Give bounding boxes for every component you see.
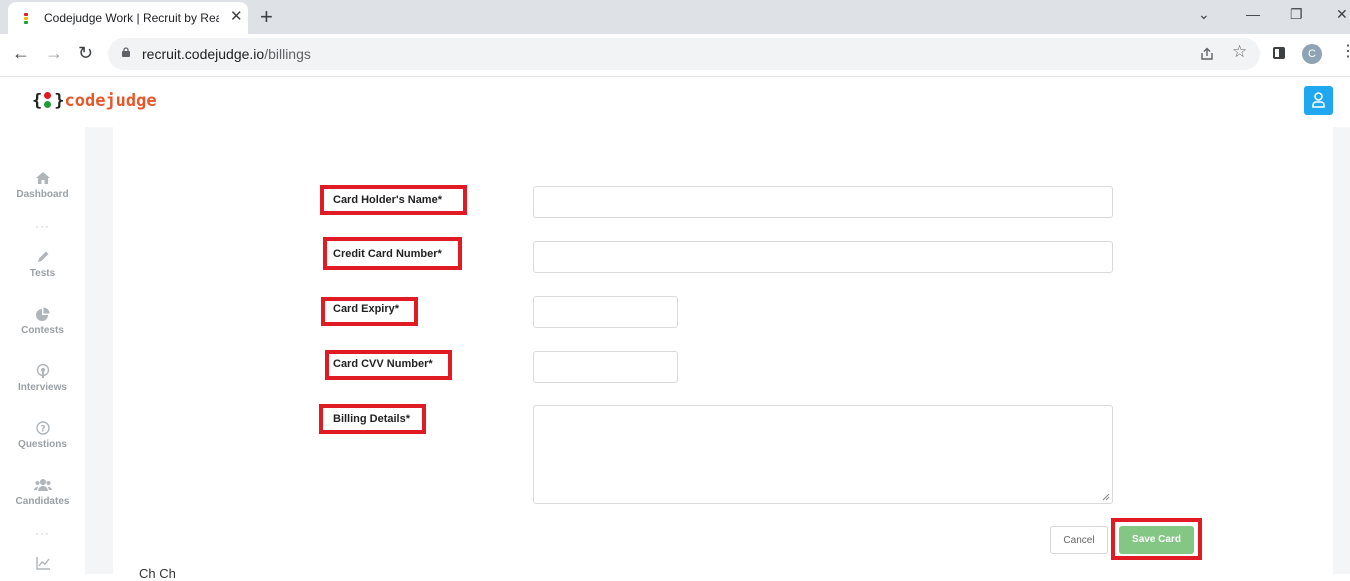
sidebar-item-candidates[interactable]: Candidates <box>0 478 85 507</box>
users-icon <box>33 479 52 491</box>
sidebar-item-interviews[interactable]: Interviews <box>0 364 85 393</box>
sidebar-item-contests[interactable]: Contests <box>0 307 85 336</box>
sidebar-separator: ··· <box>35 526 50 540</box>
close-window-button[interactable]: ✕ <box>1336 6 1348 23</box>
resize-handle-icon[interactable] <box>1102 493 1110 501</box>
sidebar-item-analytics[interactable] <box>0 557 85 574</box>
pencil-icon <box>37 251 48 262</box>
card-number-label: Credit Card Number* <box>333 248 442 260</box>
sidebar: Dashboard ··· Tests Contests Interviews … <box>0 127 85 574</box>
profile-avatar[interactable]: C <box>1302 44 1322 64</box>
podcast-icon <box>36 364 49 378</box>
codejudge-logo[interactable]: {}codejudge <box>32 91 157 111</box>
cancel-button[interactable]: Cancel <box>1050 526 1108 554</box>
card-expiry-label: Card Expiry* <box>333 303 400 315</box>
card-holder-input[interactable] <box>533 186 1113 218</box>
minimize-button[interactable]: — <box>1246 6 1260 22</box>
billing-details-textarea[interactable] <box>533 405 1113 504</box>
card-number-input[interactable] <box>533 241 1113 273</box>
logo-dots-icon <box>44 91 52 109</box>
tab-title: Codejudge Work | Recruit by Rea <box>44 11 219 25</box>
browser-toolbar: ← → ↻ recruit.codejudge.io/billings ☆ C … <box>0 34 1350 77</box>
card-holder-label: Card Holder's Name* <box>333 194 442 206</box>
browser-tab-strip: Codejudge Work | Recruit by Rea ✕ + ⌄ — … <box>0 0 1350 34</box>
bookmark-star-icon[interactable]: ☆ <box>1232 42 1247 62</box>
tab-search-icon[interactable]: ⌄ <box>1198 6 1210 23</box>
app-header: {}codejudge <box>0 77 1350 127</box>
user-icon <box>1312 92 1325 108</box>
browser-tab[interactable]: Codejudge Work | Recruit by Rea ✕ <box>8 2 248 34</box>
question-circle-icon: ? <box>35 421 50 435</box>
side-panel-icon[interactable] <box>1273 47 1285 59</box>
sidebar-separator: ··· <box>35 219 50 233</box>
card-cvv-label: Card CVV Number* <box>333 358 433 370</box>
home-icon <box>35 172 50 184</box>
new-tab-button[interactable]: + <box>260 5 273 29</box>
address-bar[interactable]: recruit.codejudge.io/billings ☆ <box>108 38 1260 70</box>
billing-details-label: Billing Details* <box>333 413 411 425</box>
sidebar-item-questions[interactable]: ? Questions <box>0 421 85 450</box>
save-card-button[interactable]: Save Card <box>1119 526 1194 554</box>
lock-icon[interactable] <box>121 47 131 57</box>
svg-text:?: ? <box>40 425 45 435</box>
maximize-button[interactable]: ❐ <box>1290 6 1303 23</box>
sidebar-item-dashboard[interactable]: Dashboard <box>0 171 85 200</box>
sidebar-item-tests[interactable]: Tests <box>0 250 85 279</box>
url-text[interactable]: recruit.codejudge.io/billings <box>142 46 311 62</box>
pie-chart-icon <box>35 307 49 321</box>
reload-button[interactable]: ↻ <box>78 43 93 63</box>
tab-close-icon[interactable]: ✕ <box>230 9 243 25</box>
browser-menu-icon[interactable]: ⋮ <box>1340 44 1350 60</box>
user-profile-button[interactable] <box>1304 86 1333 115</box>
line-chart-icon <box>35 557 50 570</box>
codejudge-favicon-icon <box>24 13 30 25</box>
share-icon[interactable] <box>1200 47 1214 61</box>
forward-button[interactable]: → <box>45 43 63 63</box>
back-button[interactable]: ← <box>12 43 30 63</box>
card-cvv-input[interactable] <box>533 351 678 383</box>
card-expiry-input[interactable] <box>533 296 678 328</box>
